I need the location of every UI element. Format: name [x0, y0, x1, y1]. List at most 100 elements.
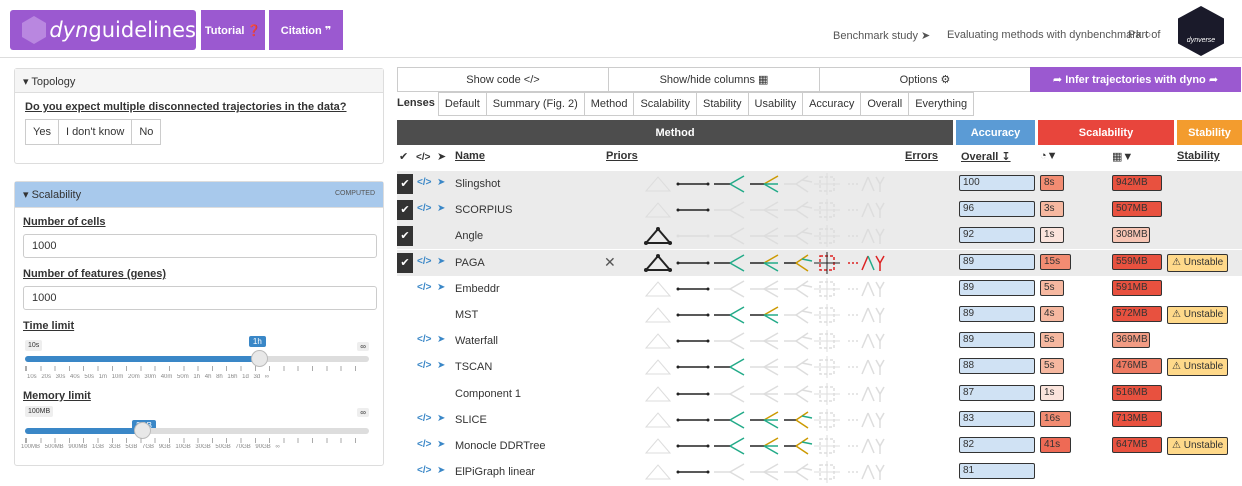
lens-stability[interactable]: Stability: [695, 92, 749, 116]
send-icon[interactable]: ➤: [437, 203, 445, 214]
code-icon[interactable]: </>: [417, 256, 431, 267]
trajectory-types-icon: [644, 461, 885, 484]
method-name[interactable]: PAGA: [455, 257, 485, 269]
table-row[interactable]: </> ➤ Embeddr 89 5s 591MB: [397, 276, 1242, 302]
method-name[interactable]: Embeddr: [455, 283, 500, 295]
method-name[interactable]: Waterfall: [455, 335, 498, 347]
overall-score: 88: [959, 358, 1035, 375]
lens-scalability[interactable]: Scalability: [633, 92, 697, 116]
errors-column-header[interactable]: Errors: [905, 150, 938, 170]
send-icon[interactable]: ➤: [437, 256, 445, 267]
overall-score: 89: [959, 253, 1035, 270]
memory-slider-handle[interactable]: [133, 422, 151, 439]
table-row[interactable]: ✔ </> ➤ SCORPIUS 96 3s 507MB: [397, 197, 1242, 224]
evaluating-methods-link[interactable]: Evaluating methods with dynbenchmark ○: [947, 29, 1151, 41]
topology-options: Yes I don't know No: [25, 119, 373, 145]
row-select-checkbox[interactable]: ✔: [397, 252, 413, 273]
lens-default[interactable]: Default: [437, 92, 487, 116]
table-row[interactable]: MST 89 4s 572MB ⚠ Unstable: [397, 302, 1242, 328]
method-name[interactable]: SLICE: [455, 414, 487, 426]
topology-panel: ▾ Topology Do you expect multiple discon…: [14, 68, 384, 164]
table-row[interactable]: ✔ Angle 92 1s 308MB: [397, 223, 1242, 250]
memory-value: 516MB: [1112, 384, 1162, 401]
method-name[interactable]: SCORPIUS: [455, 204, 512, 216]
method-name[interactable]: Component 1: [455, 388, 521, 400]
memory-value: 572MB: [1112, 306, 1162, 322]
table-row[interactable]: </> ➤ ElPiGraph linear 81: [397, 459, 1242, 485]
row-select-checkbox[interactable]: ✔: [397, 174, 413, 194]
lens-usability[interactable]: Usability: [747, 92, 804, 116]
lens-accuracy[interactable]: Accuracy: [802, 92, 862, 116]
send-icon[interactable]: ➤: [437, 282, 445, 293]
memory-value: 559MB: [1112, 253, 1162, 270]
infer-trajectories-button[interactable]: ➦ Infer trajectories with dyno ➦: [1030, 67, 1241, 92]
table-row[interactable]: </> ➤ Waterfall 89 5s 369MB: [397, 328, 1242, 354]
send-icon[interactable]: ➤: [437, 413, 445, 424]
topology-option-0[interactable]: Yes: [25, 119, 59, 145]
method-name[interactable]: Angle: [455, 230, 483, 242]
table-row[interactable]: </> ➤ SLICE 83 16s 713MB: [397, 407, 1242, 433]
features-input[interactable]: 1000: [23, 286, 377, 310]
memory-limit-slider[interactable]: 100MB 2GB ∞ 100MB 500MB 900MB 1GB 3GB 5G…: [15, 402, 383, 452]
code-icon[interactable]: </>: [417, 203, 431, 214]
time-limit-slider[interactable]: 10s 1h ∞ 10s 20s 30s 40s 50s 1m 10m 20m …: [15, 318, 383, 380]
citation-button[interactable]: Citation ❞: [269, 10, 343, 50]
code-icon[interactable]: </>: [417, 177, 431, 188]
trajectory-types-icon: [644, 330, 885, 353]
lens-overall[interactable]: Overall: [860, 92, 910, 116]
send-icon[interactable]: ➤: [437, 360, 445, 371]
scalability-panel-header[interactable]: ▾ Scalability COMPUTED: [15, 182, 383, 208]
method-name[interactable]: ElPiGraph linear: [455, 466, 535, 478]
memory-value: 647MB: [1112, 437, 1162, 453]
send-icon[interactable]: ➤: [437, 439, 445, 450]
tutorial-button[interactable]: Tutorial ❓: [201, 10, 265, 50]
method-name[interactable]: TSCAN: [455, 361, 492, 373]
code-icon[interactable]: </>: [417, 334, 431, 345]
code-icon[interactable]: </>: [417, 439, 431, 450]
select-column-header[interactable]: ✔: [399, 150, 408, 170]
table-row[interactable]: </> ➤ Monocle DDRTree 82 41s 647MB ⚠ Unstable: [397, 433, 1242, 459]
code-icon[interactable]: </>: [417, 282, 431, 293]
row-select-checkbox[interactable]: ✔: [397, 226, 413, 247]
features-label: Number of features (genes): [23, 268, 167, 280]
topology-panel-header[interactable]: ▾ Topology: [15, 69, 383, 93]
overall-column-header[interactable]: Overall ↧: [961, 150, 1011, 170]
overall-score: 87: [959, 384, 1035, 401]
trajectory-types-icon: [644, 435, 885, 457]
dynguidelines-logo[interactable]: dynguidelines: [10, 10, 196, 50]
benchmark-study-link[interactable]: Benchmark study ➤: [833, 29, 930, 42]
lens-method[interactable]: Method: [583, 92, 635, 116]
time-slider-handle[interactable]: [250, 350, 268, 367]
stability-band: Stability: [1177, 120, 1242, 145]
cells-input[interactable]: 1000: [23, 234, 377, 258]
trajectory-types-icon: [643, 251, 885, 274]
name-column-header[interactable]: Name: [455, 150, 485, 170]
table-row[interactable]: </> ➤ TSCAN 88 5s 476MB ⚠ Unstable: [397, 354, 1242, 380]
code-icon[interactable]: </>: [417, 413, 431, 424]
method-name[interactable]: Slingshot: [455, 178, 500, 190]
memory-column-header[interactable]: ▦▼: [1112, 150, 1133, 170]
time-value: 5s: [1040, 358, 1064, 375]
code-icon[interactable]: </>: [417, 360, 431, 371]
table-row[interactable]: ✔ </> ➤ Slingshot 100 8s 942MB: [397, 171, 1242, 197]
show-code-button[interactable]: Show code </>: [397, 67, 609, 92]
topology-option-1[interactable]: I don't know: [57, 119, 133, 145]
stability-column-header[interactable]: Stability: [1177, 150, 1220, 170]
show-hide-columns-button[interactable]: Show/hide columns ▦: [608, 67, 820, 92]
priors-column-header[interactable]: Priors: [606, 150, 638, 170]
method-name[interactable]: Monocle DDRTree: [455, 440, 545, 452]
table-row[interactable]: ✔ </> ➤ PAGA ✕ 89 15s 559MB ⚠ Unstable: [397, 249, 1242, 276]
send-icon[interactable]: ➤: [437, 177, 445, 188]
time-column-header[interactable]: ◔▼: [1040, 150, 1058, 170]
overall-score: 89: [959, 306, 1035, 322]
send-icon[interactable]: ➤: [437, 334, 445, 345]
stability-badge: ⚠ Unstable: [1167, 306, 1229, 324]
row-select-checkbox[interactable]: ✔: [397, 200, 413, 221]
lens-summary-fig-2-[interactable]: Summary (Fig. 2): [485, 92, 585, 116]
options-button[interactable]: Options ⚙: [819, 67, 1031, 92]
table-row[interactable]: Component 1 87 1s 516MB: [397, 381, 1242, 407]
dynverse-badge-icon[interactable]: dynverse: [1178, 6, 1224, 56]
method-name[interactable]: MST: [455, 309, 478, 321]
topology-option-2[interactable]: No: [131, 119, 162, 145]
lens-everything[interactable]: Everything: [908, 92, 975, 116]
